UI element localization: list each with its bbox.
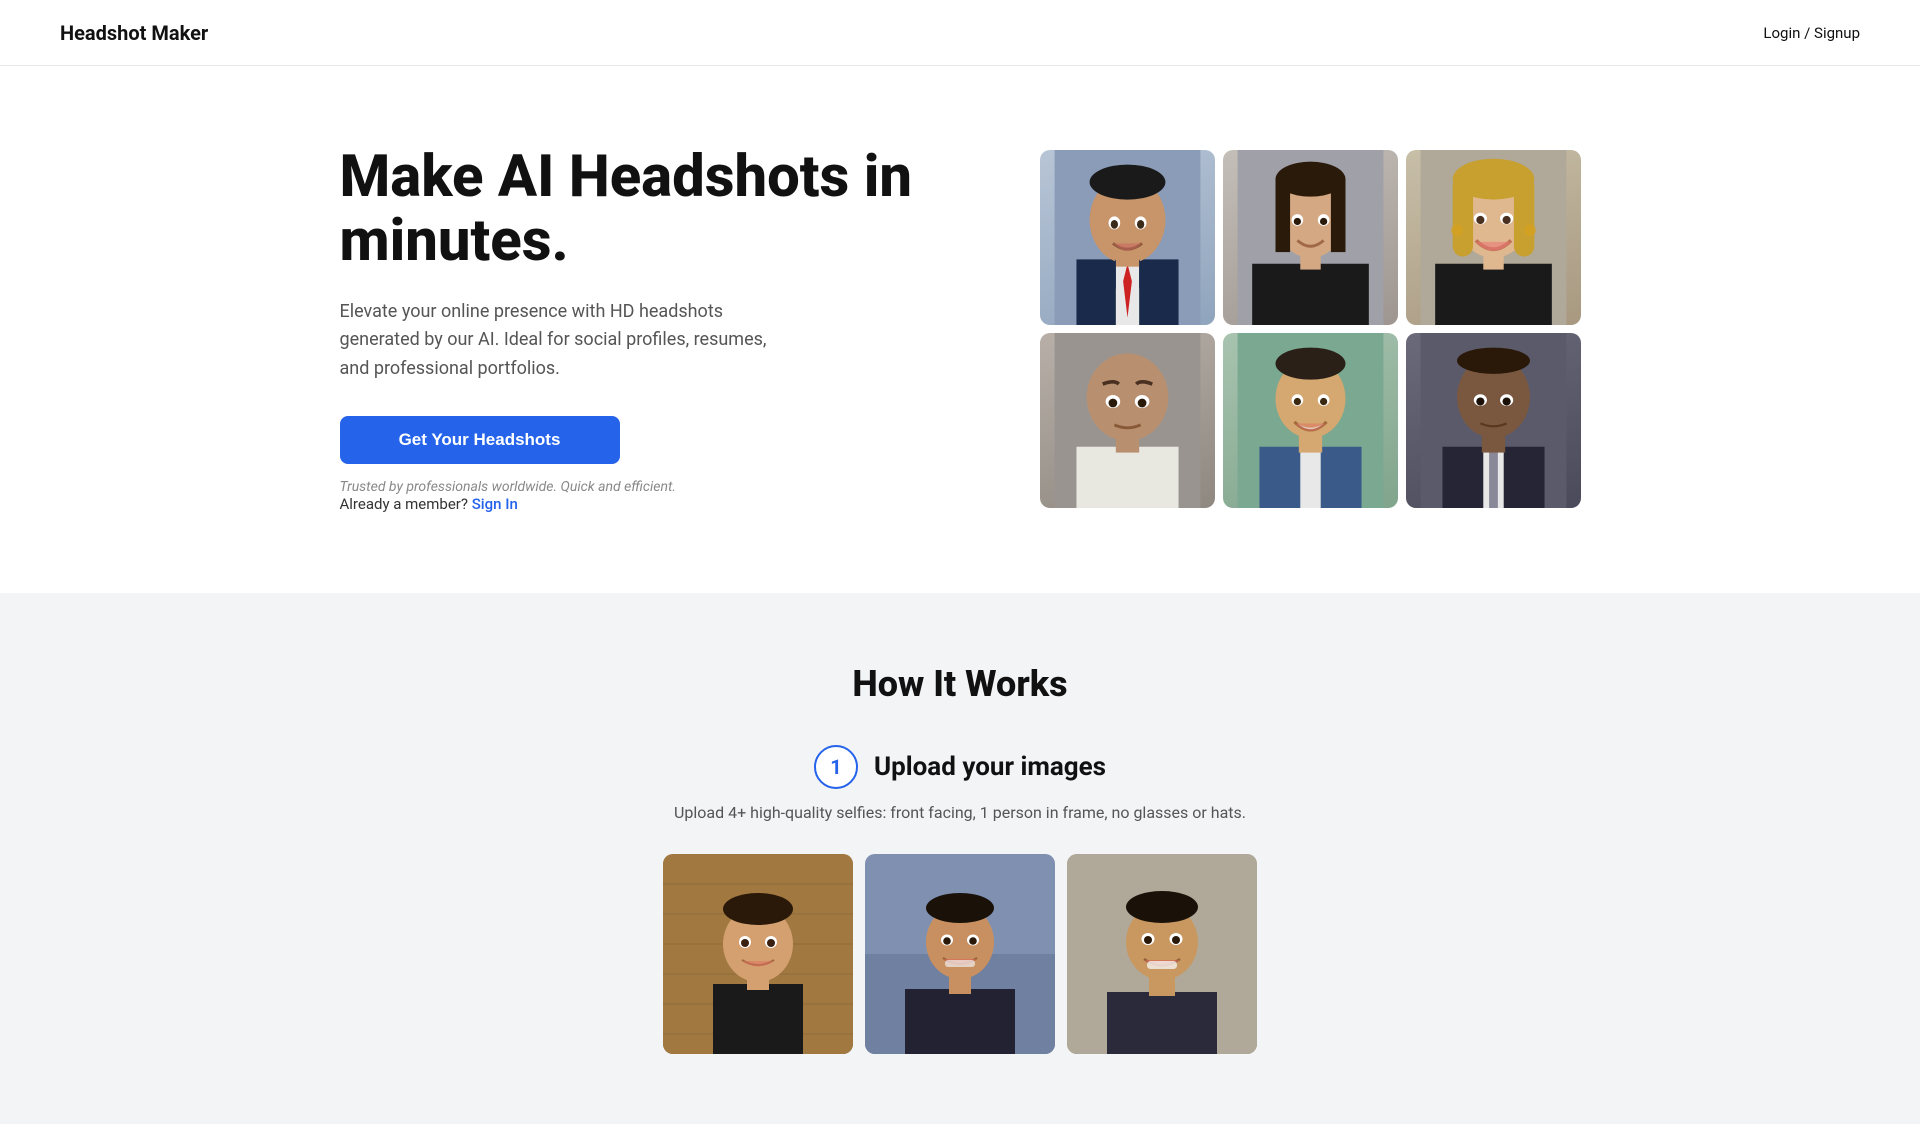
hero-copy: Make AI Headshots in minutes. Elevate yo… — [340, 146, 920, 513]
upload-photos-row — [60, 854, 1860, 1054]
headshot-card-3 — [1406, 150, 1581, 325]
member-text: Already a member? Sign In — [340, 495, 920, 513]
headshot-card-6 — [1406, 333, 1581, 508]
step-1-label: Upload your images — [874, 752, 1106, 782]
upload-photo-3 — [1067, 854, 1257, 1054]
headshot-card-4 — [1040, 333, 1215, 508]
step-1-header: 1 Upload your images — [60, 745, 1860, 789]
step-1-description: Upload 4+ high-quality selfies: front fa… — [60, 803, 1860, 822]
sign-in-link[interactable]: Sign In — [472, 495, 518, 513]
trusted-text: Trusted by professionals worldwide. Quic… — [340, 479, 677, 495]
hero-section: Make AI Headshots in minutes. Elevate yo… — [0, 66, 1920, 593]
hero-subtitle: Elevate your online presence with HD hea… — [340, 298, 780, 384]
upload-photo-1 — [663, 854, 853, 1054]
upload-photo-2 — [865, 854, 1055, 1054]
site-logo[interactable]: Headshot Maker — [60, 21, 208, 45]
navbar: Headshot Maker Login / Signup — [0, 0, 1920, 66]
hero-title: Make AI Headshots in minutes. — [340, 146, 920, 274]
login-signup-link[interactable]: Login / Signup — [1763, 24, 1860, 42]
how-it-works-title: How It Works — [60, 663, 1860, 705]
how-it-works-section: How It Works 1 Upload your images Upload… — [0, 593, 1920, 1124]
already-member-label: Already a member? — [340, 495, 468, 513]
headshot-card-1 — [1040, 150, 1215, 325]
headshot-card-2 — [1223, 150, 1398, 325]
step-1-number: 1 — [814, 745, 858, 789]
headshot-grid — [1040, 150, 1581, 508]
headshot-card-5 — [1223, 333, 1398, 508]
get-headshots-button[interactable]: Get Your Headshots — [340, 416, 620, 464]
